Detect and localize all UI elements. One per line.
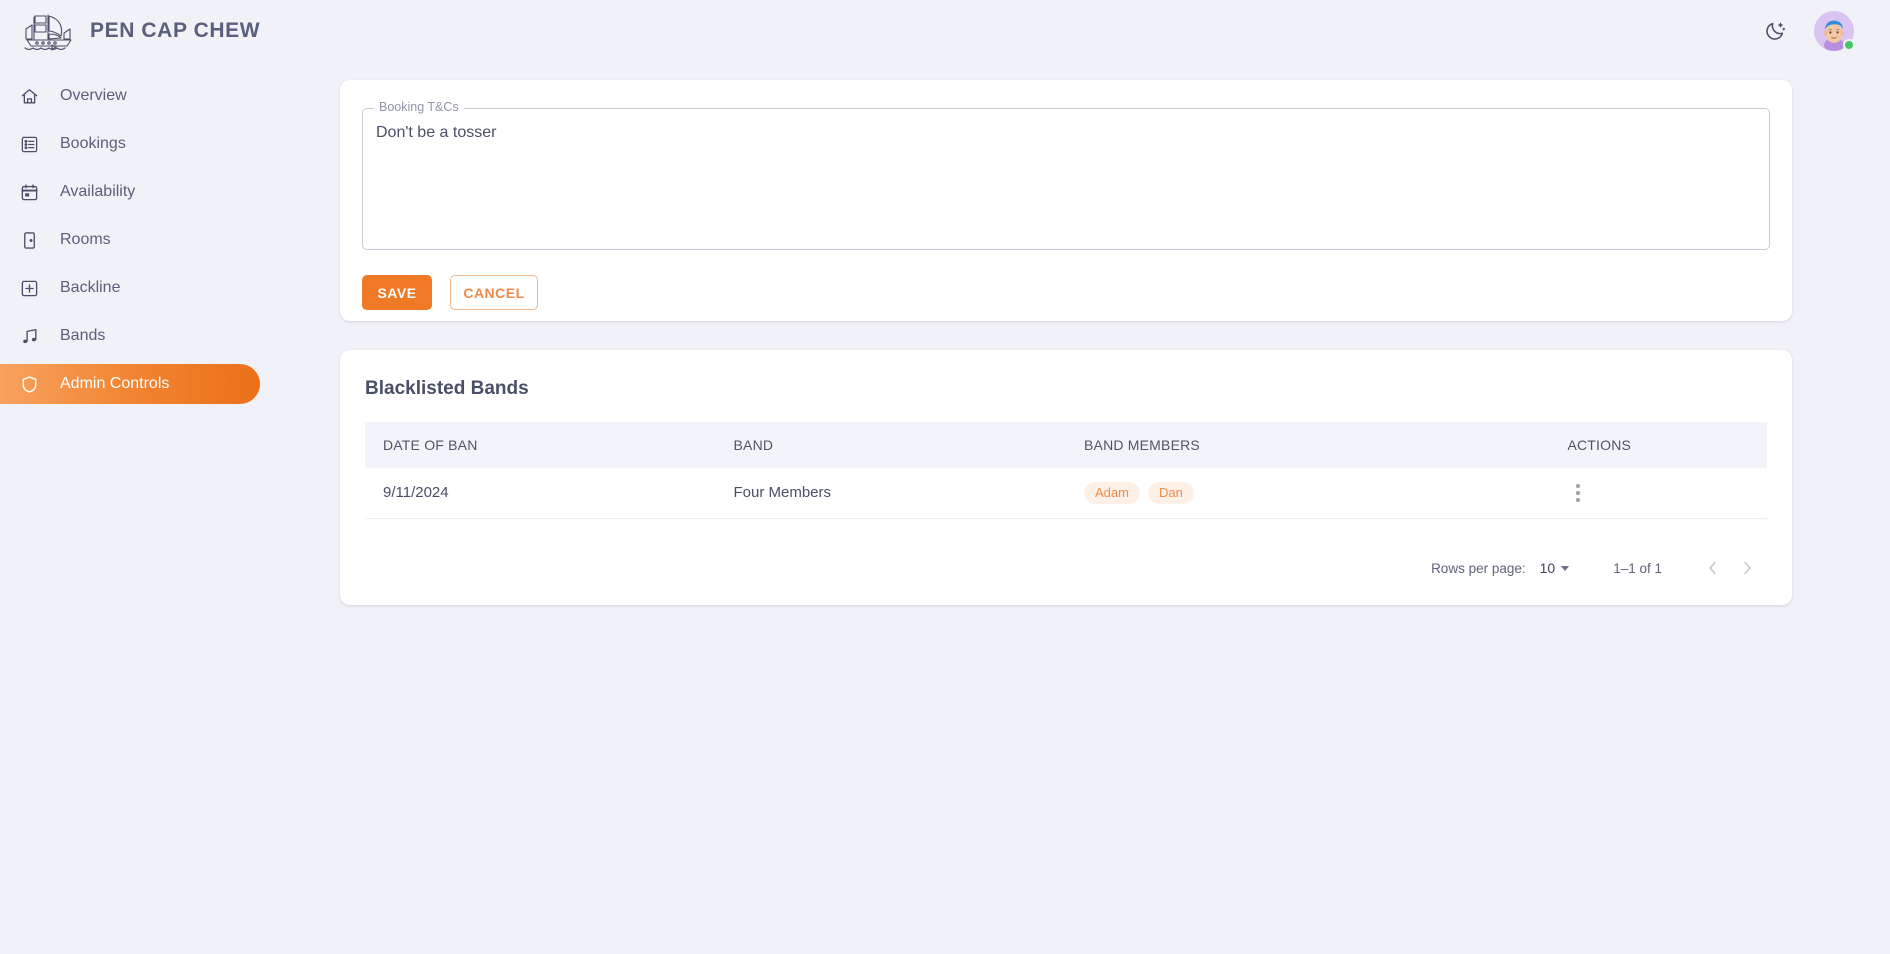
page-title: Blacklisted Bands [365,378,529,399]
sidebar-item-label: Bands [60,327,106,344]
door-icon [18,229,40,251]
cancel-button[interactable]: CANCEL [450,275,538,310]
header-actions [1758,11,1890,51]
chevron-down-icon [1561,565,1570,571]
dot [1576,490,1581,495]
table-pagination: Rows per page: 10 1–1 of 1 [1431,548,1764,588]
moon-stars-icon[interactable] [1758,14,1792,48]
booking-terms-label: Booking T&Cs [374,100,464,114]
rows-per-page-value: 10 [1539,560,1556,576]
sidebar-item-backline[interactable]: Backline [0,268,260,308]
sidebar-item-bands[interactable]: Bands [0,316,260,356]
sidebar-item-label: Bookings [60,135,126,152]
blacklisted-bands-card: Blacklisted Bands DATE OF BAN BAND BAND … [340,350,1792,605]
sidebar-item-label: Overview [60,87,127,104]
column-header-date-of-ban: DATE OF BAN [383,437,478,453]
cell-actions [1549,468,1767,518]
sidebar-item-label: Rooms [60,231,111,248]
dot [1576,497,1581,502]
form-actions: SAVE CANCEL [362,275,538,310]
rows-per-page-label: Rows per page: [1431,560,1526,576]
cell-band-members: Adam Dan [1066,468,1549,518]
booking-terms-card: Booking T&Cs SAVE CANCEL [340,80,1792,321]
music-note-icon [18,325,40,347]
home-icon [18,85,40,107]
list-icon [18,133,40,155]
online-status-dot [1843,39,1855,51]
cell-date-of-ban: 9/11/2024 [383,484,449,502]
member-chip-group: Adam Dan [1084,481,1549,504]
app-header: PEN CAP CHEW [0,0,1890,62]
sidebar-item-rooms[interactable]: Rooms [0,220,260,260]
member-chip[interactable]: Dan [1147,481,1194,504]
pagination-range: 1–1 of 1 [1613,560,1662,576]
sidebar-item-admin-controls[interactable]: Admin Controls [0,364,260,404]
ship-logo-icon [18,9,80,53]
sidebar: Overview Bookings Availability Rooms Bac… [0,62,300,954]
app-title: PEN CAP CHEW [90,19,261,42]
shield-icon [18,373,40,395]
save-button[interactable]: SAVE [362,275,432,310]
sidebar-item-label: Availability [60,183,136,200]
booking-terms-input[interactable] [376,122,1756,240]
rows-per-page-select[interactable]: 10 [1540,560,1570,576]
blacklisted-bands-table: DATE OF BAN BAND BAND MEMBERS ACTIONS 9/… [365,422,1767,519]
column-header-band-members: BAND MEMBERS [1084,437,1200,453]
cell-band: Four Members [733,484,832,502]
table-body: 9/11/2024 Four Members Adam Dan [365,468,1767,518]
more-vertical-icon[interactable] [1563,478,1593,508]
calendar-icon [18,181,40,203]
chevron-left-icon[interactable] [1696,551,1730,585]
sidebar-item-bookings[interactable]: Bookings [0,124,260,164]
sidebar-item-label: Backline [60,279,121,296]
column-header-band: BAND [733,437,774,453]
dot [1576,483,1581,488]
booking-terms-field: Booking T&Cs [362,100,1770,250]
table-header-row: DATE OF BAN BAND BAND MEMBERS ACTIONS [365,422,1767,468]
table-row: 9/11/2024 Four Members Adam Dan [365,468,1767,518]
table-header: DATE OF BAN BAND BAND MEMBERS ACTIONS [365,422,1767,468]
brand[interactable]: PEN CAP CHEW [0,9,260,53]
avatar[interactable] [1814,11,1855,51]
plus-square-icon [18,277,40,299]
sidebar-item-overview[interactable]: Overview [0,76,260,116]
main-content: Booking T&Cs SAVE CANCEL Blacklisted Ban… [300,62,1890,954]
sidebar-item-label: Admin Controls [60,375,170,392]
column-header-actions: ACTIONS [1567,437,1632,453]
member-chip[interactable]: Adam [1084,481,1140,504]
sidebar-item-availability[interactable]: Availability [0,172,260,212]
chevron-right-icon[interactable] [1730,551,1764,585]
